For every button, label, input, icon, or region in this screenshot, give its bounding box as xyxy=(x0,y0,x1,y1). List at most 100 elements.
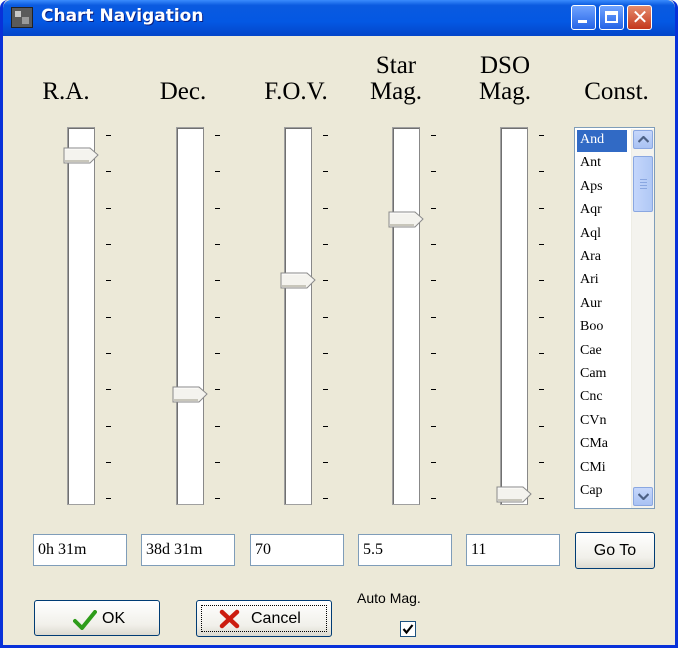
ok-label: OK xyxy=(102,610,126,627)
dec-slider-track[interactable] xyxy=(176,127,204,505)
constellation-item[interactable]: Aps xyxy=(577,177,627,199)
slider-tick xyxy=(106,426,111,427)
slider-tick xyxy=(215,498,220,499)
constellation-item[interactable]: CMa xyxy=(577,434,627,456)
slider-tick xyxy=(539,244,544,245)
slider-tick xyxy=(431,208,436,209)
close-button[interactable]: ✕ xyxy=(627,5,652,30)
slider-tick xyxy=(323,244,328,245)
slider-tick xyxy=(539,317,544,318)
dec-field[interactable]: 38d 31m xyxy=(141,534,235,566)
ra-field[interactable]: 0h 31m xyxy=(33,534,127,566)
star-mag-slider-track[interactable] xyxy=(392,127,420,505)
slider-tick xyxy=(323,135,328,136)
auto-mag-label: Auto Mag. xyxy=(357,590,421,606)
constellation-item[interactable]: CMi xyxy=(577,458,627,480)
slider-tick xyxy=(215,389,220,390)
constellation-item[interactable]: Aur xyxy=(577,294,627,316)
ra-slider-track[interactable] xyxy=(67,127,95,505)
constellation-item[interactable]: Aql xyxy=(577,224,627,246)
slider-tick xyxy=(431,244,436,245)
constellation-item[interactable]: Cae xyxy=(577,341,627,363)
slider-tick xyxy=(215,171,220,172)
maximize-icon xyxy=(605,11,618,23)
app-chart-icon[interactable] xyxy=(11,7,33,28)
constellation-item[interactable]: Ant xyxy=(577,153,627,175)
constellation-item[interactable]: Cnc xyxy=(577,387,627,409)
slider-tick xyxy=(106,389,111,390)
slider-tick xyxy=(106,244,111,245)
constellation-item[interactable]: Boo xyxy=(577,317,627,339)
constellation-item[interactable]: Aqr xyxy=(577,200,627,222)
scroll-down-button[interactable] xyxy=(633,487,653,506)
close-icon: ✕ xyxy=(631,5,649,29)
constellation-item[interactable]: Cam xyxy=(577,364,627,386)
slider-tick xyxy=(431,171,436,172)
constellation-item[interactable]: Ara xyxy=(577,247,627,269)
slider-tick xyxy=(431,426,436,427)
constellation-item[interactable]: Cap xyxy=(577,481,627,503)
slider-tick xyxy=(539,280,544,281)
slider-tick xyxy=(215,280,220,281)
fov-field[interactable]: 70 xyxy=(250,534,344,566)
chart-navigation-window: Chart Navigation ✕ R.A. Dec. F.O.V. Star… xyxy=(0,0,678,648)
slider-tick xyxy=(215,353,220,354)
auto-mag-checkbox[interactable] xyxy=(400,621,416,637)
slider-tick xyxy=(539,135,544,136)
slider-tick xyxy=(106,462,111,463)
slider-tick xyxy=(323,353,328,354)
star-mag-label-line1: Star xyxy=(375,52,417,79)
star-mag-label-line2: Mag. xyxy=(369,78,423,105)
slider-tick xyxy=(431,353,436,354)
slider-tick xyxy=(323,389,328,390)
dso-mag-field[interactable]: 11 xyxy=(466,534,560,566)
ok-button[interactable]: OK xyxy=(34,600,160,636)
checkmark-icon xyxy=(73,610,97,630)
fov-slider-thumb[interactable] xyxy=(280,272,317,289)
constellation-item[interactable]: CVn xyxy=(577,411,627,433)
scroll-up-button[interactable] xyxy=(633,130,653,149)
dso-mag-label-line2: Mag. xyxy=(478,78,532,105)
ra-slider-thumb[interactable] xyxy=(63,147,100,164)
title-bar[interactable]: Chart Navigation ✕ xyxy=(3,0,675,36)
fov-label: F.O.V. xyxy=(264,78,328,105)
listbox-scrollbar[interactable] xyxy=(631,129,654,508)
slider-tick xyxy=(106,280,111,281)
constellation-listbox[interactable]: Cap CMi CMa CVn Cnc Cam Cae Boo Aur Ari Ara Aql Aqr A… xyxy=(574,127,655,509)
fov-slider-track[interactable] xyxy=(284,127,312,505)
checkbox-check-icon xyxy=(402,624,414,635)
slider-tick xyxy=(215,317,220,318)
slider-tick xyxy=(215,208,220,209)
slider-tick xyxy=(431,135,436,136)
scroll-thumb[interactable] xyxy=(633,156,653,212)
minimize-icon xyxy=(578,20,587,23)
slider-tick xyxy=(539,498,544,499)
slider-tick xyxy=(215,462,220,463)
dso-mag-slider-thumb[interactable] xyxy=(496,486,533,503)
chevron-down-icon xyxy=(638,493,649,500)
star-mag-field[interactable]: 5.5 xyxy=(358,534,452,566)
star-mag-slider-thumb[interactable] xyxy=(388,211,425,228)
minimize-button[interactable] xyxy=(571,5,596,30)
slider-tick xyxy=(323,208,328,209)
constellation-item[interactable]: And xyxy=(577,130,627,152)
slider-tick xyxy=(106,353,111,354)
goto-button[interactable]: Go To xyxy=(575,532,655,569)
dec-label: Dec. xyxy=(159,78,207,105)
cancel-label: Cancel xyxy=(251,610,301,627)
maximize-button[interactable] xyxy=(599,5,624,30)
slider-tick xyxy=(431,280,436,281)
const-label: Const. xyxy=(584,78,649,105)
slider-tick xyxy=(431,389,436,390)
slider-tick xyxy=(323,317,328,318)
dso-mag-slider-track[interactable] xyxy=(500,127,528,505)
cancel-button[interactable]: Cancel xyxy=(196,600,332,637)
slider-tick xyxy=(106,171,111,172)
dec-slider-thumb[interactable] xyxy=(172,386,209,403)
slider-tick xyxy=(323,462,328,463)
slider-tick xyxy=(323,426,328,427)
constellation-item[interactable]: Ari xyxy=(577,270,627,292)
slider-tick xyxy=(106,208,111,209)
slider-tick xyxy=(323,280,328,281)
slider-tick xyxy=(539,389,544,390)
